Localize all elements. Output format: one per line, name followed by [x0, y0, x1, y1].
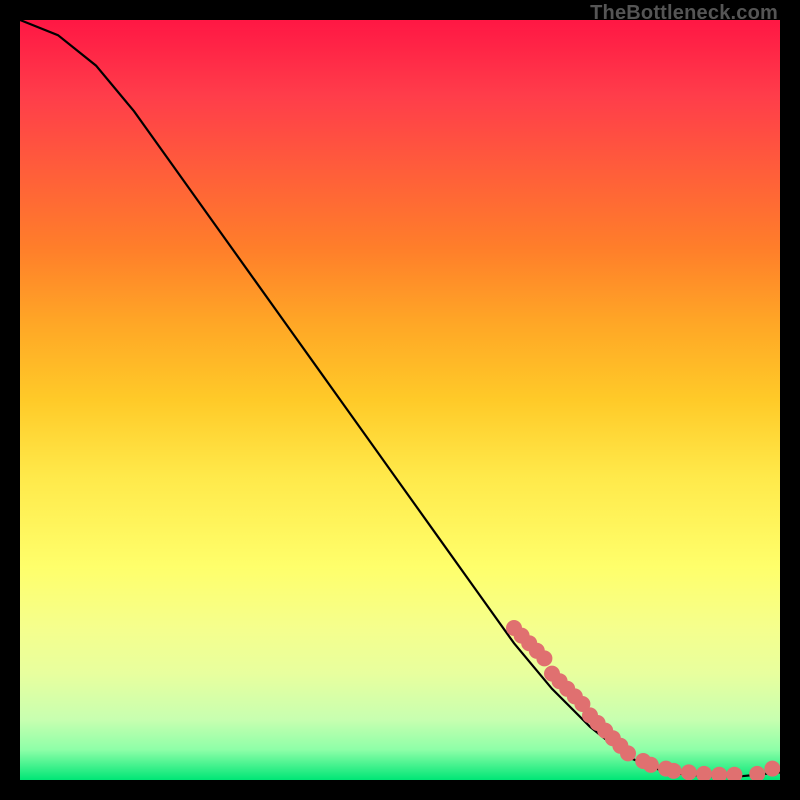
data-marker	[696, 766, 712, 780]
data-marker	[726, 767, 742, 780]
data-marker	[749, 766, 765, 780]
watermark-text: TheBottleneck.com	[590, 2, 778, 25]
main-curve-line	[20, 20, 780, 776]
data-marker	[536, 650, 552, 666]
data-marker	[711, 767, 727, 780]
data-marker	[643, 757, 659, 773]
data-markers-group	[506, 620, 780, 780]
data-marker	[620, 745, 636, 761]
data-marker	[666, 763, 682, 779]
chart-svg-overlay	[20, 20, 780, 780]
data-marker	[764, 761, 780, 777]
data-marker	[681, 764, 697, 780]
